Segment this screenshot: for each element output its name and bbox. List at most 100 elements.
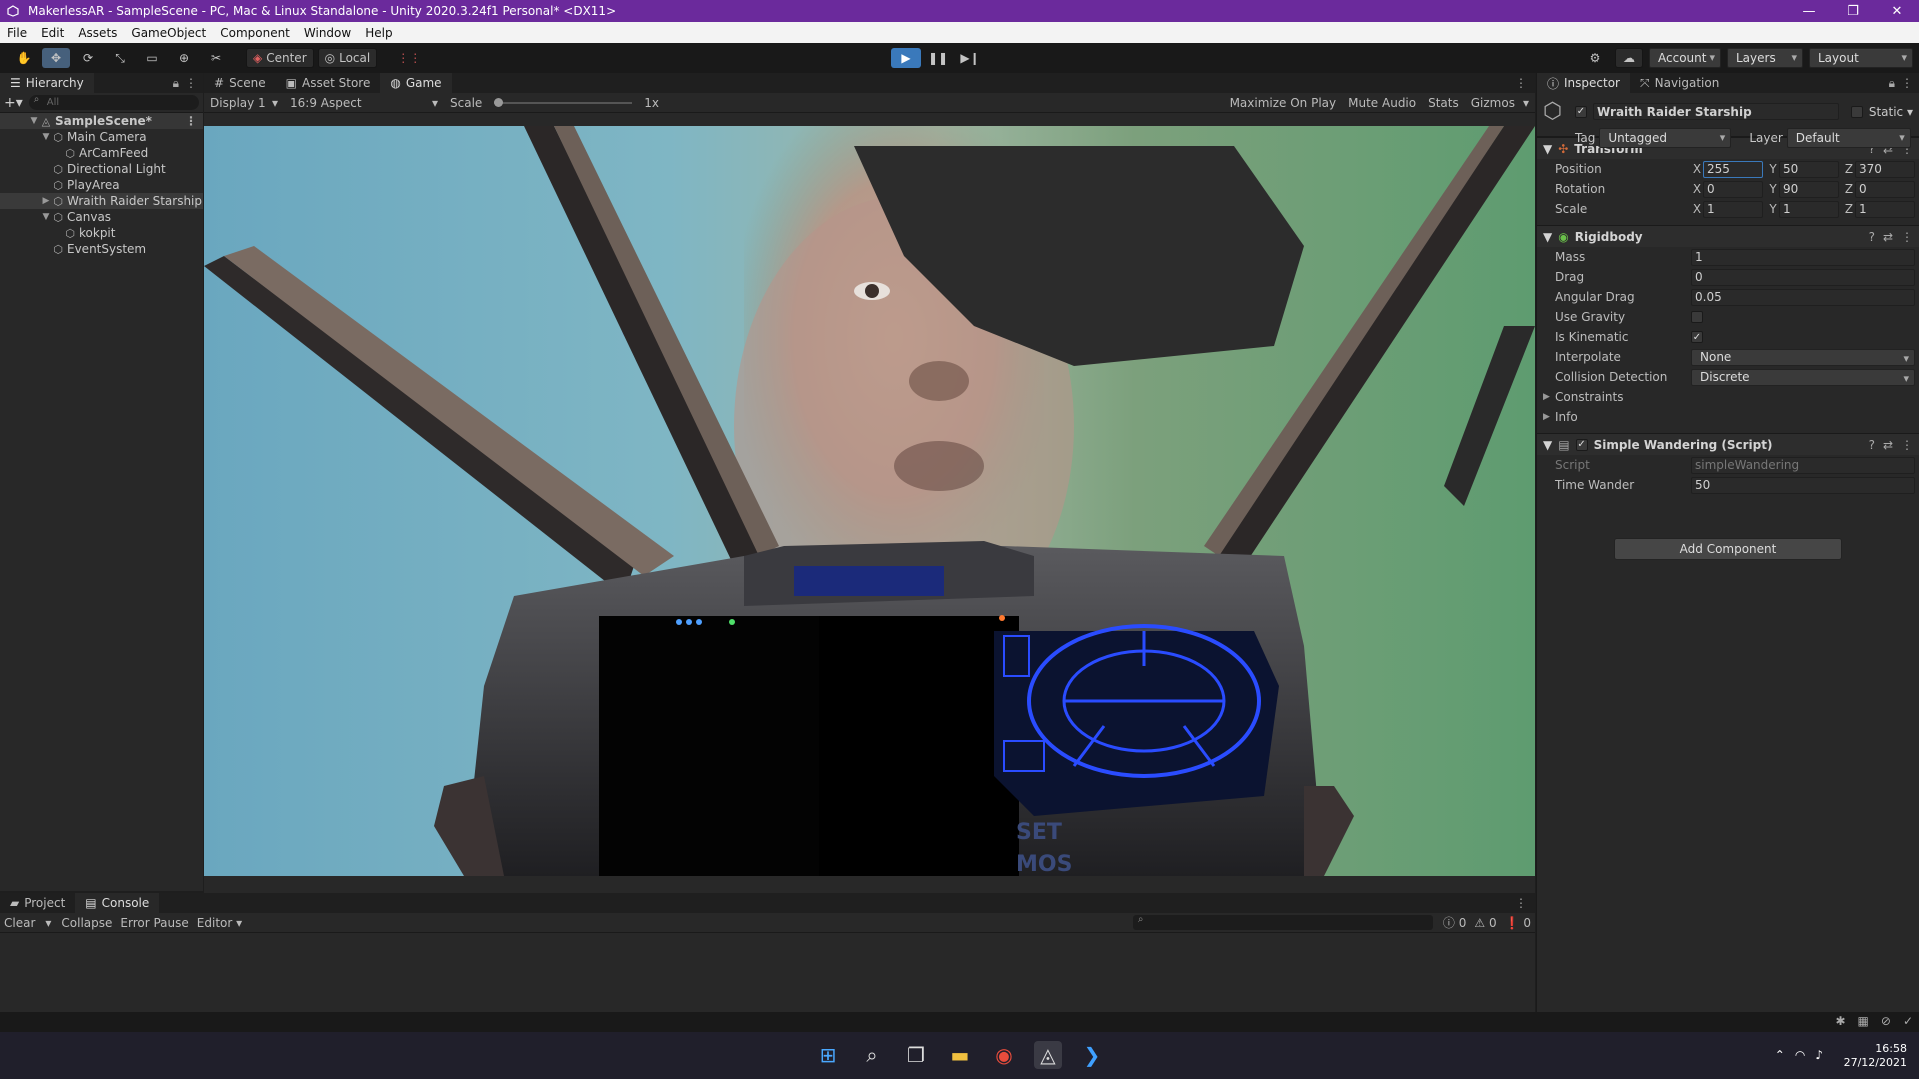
play-icon[interactable]: ▶ [891,48,921,68]
tab-console[interactable]: ▤ Console [75,893,160,913]
bug-icon[interactable]: ✱ [1835,1014,1845,1028]
aspect-dropdown[interactable]: 16:9 Aspect ▾ [284,93,444,113]
help-icon[interactable]: ? [1869,438,1875,452]
menu-window[interactable]: Window [297,26,358,40]
hierarchy-item[interactable]: ⬡ kokpit [0,225,203,241]
hand-tool-icon[interactable]: ✋ [10,48,38,68]
layer-dropdown[interactable]: Default [1786,128,1911,148]
network-off-icon[interactable]: ⊘ [1881,1014,1891,1028]
foldout-caret-icon[interactable]: ▼ [1543,142,1552,156]
status-check-icon[interactable]: ✓ [1903,1014,1913,1028]
step-icon[interactable]: ▶❙ [955,48,985,68]
scale-z-field[interactable]: 1 [1855,200,1915,218]
file-explorer-icon[interactable]: ▬ [946,1041,974,1069]
preset-icon[interactable]: ⇄ [1883,438,1893,452]
interpolate-dropdown[interactable]: None [1691,348,1915,366]
close-icon[interactable]: ✕ [1875,0,1919,22]
console-kebab-icon[interactable]: ⋮ [1515,896,1527,910]
scene-kebab-icon[interactable]: ⋮ [185,114,197,128]
script-header[interactable]: ▼ ▤ ✓ Simple Wandering (Script) ? ⇄ ⋮ [1537,433,1919,455]
component-kebab-icon[interactable]: ⋮ [1901,230,1913,244]
minimize-icon[interactable]: — [1787,0,1831,22]
static-checkbox[interactable] [1850,105,1863,118]
cloud-icon[interactable]: ☁ [1615,48,1643,68]
stats-toggle[interactable]: Stats [1422,93,1465,113]
active-checkbox[interactable]: ✓ [1575,105,1587,118]
position-z-field[interactable]: 370 [1855,160,1915,178]
kebab-menu-icon[interactable]: ⋮ [1901,76,1913,90]
cache-icon[interactable]: ▦ [1858,1014,1869,1028]
is-kinematic-checkbox[interactable]: ✓ [1691,331,1703,343]
console-search-input[interactable] [1132,914,1433,930]
pivot-local-button[interactable]: ◎ Local [317,48,378,68]
chevron-up-icon[interactable]: ⌃ [1775,1048,1785,1062]
time-wander-field[interactable]: 50 [1691,476,1915,494]
rotation-x-field[interactable]: 0 [1703,180,1763,198]
tab-navigation[interactable]: ⤧ Navigation [1630,73,1729,93]
component-kebab-icon[interactable]: ⋮ [1901,438,1913,452]
tab-game[interactable]: ◍ Game [380,73,452,93]
rotation-y-field[interactable]: 90 [1779,180,1839,198]
search-icon[interactable]: ⌕ [858,1041,886,1069]
tab-hierarchy[interactable]: ☰ Hierarchy [0,73,94,93]
gizmos-toggle[interactable]: Gizmos ▾ [1465,93,1535,113]
menu-help[interactable]: Help [358,26,399,40]
restore-icon[interactable]: ❐ [1831,0,1875,22]
collapse-button[interactable]: Collapse [57,916,116,930]
expand-caret-icon[interactable]: ▼ [28,116,40,126]
account-dropdown[interactable]: Account [1649,48,1721,68]
hierarchy-item[interactable]: ⬡ ArCamFeed [0,145,203,161]
use-gravity-checkbox[interactable] [1691,311,1703,323]
display-dropdown[interactable]: Display 1 ▾ [204,93,284,113]
hierarchy-search-input[interactable]: All [28,94,199,110]
hierarchy-item[interactable]: ▶ ⬡ Wraith Raider Starship [0,193,203,209]
scale-y-field[interactable]: 1 [1779,200,1839,218]
windows-start-icon[interactable]: ⊞ [814,1041,842,1069]
tab-asset-store[interactable]: ▣ Asset Store [276,73,381,93]
game-kebab-icon[interactable]: ⋮ [1515,76,1527,90]
rigidbody-header[interactable]: ▼ ◉ Rigidbody ? ⇄ ⋮ [1537,225,1919,247]
maximize-on-play-toggle[interactable]: Maximize On Play [1224,93,1343,113]
hierarchy-item[interactable]: ⬡ EventSystem [0,241,203,257]
unity-taskbar-icon[interactable]: ◬ [1034,1041,1062,1069]
grid-snap-icon[interactable]: ⋮⋮ [391,48,427,68]
tab-inspector[interactable]: ⓘ Inspector [1537,73,1630,93]
foldout-caret-icon[interactable]: ▼ [1543,438,1552,452]
script-enabled-checkbox[interactable]: ✓ [1575,438,1588,451]
clear-button[interactable]: Clear [0,916,39,930]
scene-row[interactable]: ▼ ◬ SampleScene* ⋮ [0,113,203,129]
kebab-menu-icon[interactable]: ⋮ [185,76,197,90]
menu-edit[interactable]: Edit [34,26,71,40]
pivot-center-button[interactable]: ◈ Center [246,48,314,68]
hierarchy-item[interactable]: ⬡ Directional Light [0,161,203,177]
expand-caret-icon[interactable]: ▼ [40,212,52,222]
editor-dropdown[interactable]: Editor ▾ [193,916,246,930]
scale-x-field[interactable]: 1 [1703,200,1763,218]
angular-drag-field[interactable]: 0.05 [1691,288,1915,306]
foldout-caret-icon[interactable]: ▼ [1543,230,1552,244]
info-count-toggle[interactable]: ⓘ 0 [1439,914,1470,931]
error-pause-button[interactable]: Error Pause [116,916,192,930]
preset-icon[interactable]: ⇄ [1883,230,1893,244]
hierarchy-item[interactable]: ▼ ⬡ Canvas [0,209,203,225]
transform-tool-icon[interactable]: ⊕ [170,48,198,68]
scale-slider[interactable] [488,93,638,113]
tab-project[interactable]: ▰ Project [0,893,75,913]
position-x-field[interactable]: 255 [1703,160,1763,178]
menu-assets[interactable]: Assets [71,26,124,40]
clear-options-chevron-icon[interactable]: ▾ [39,916,57,930]
warning-count-toggle[interactable]: ⚠ 0 [1470,916,1500,930]
custom-tool-icon[interactable]: ✂ [202,48,230,68]
constraints-foldout[interactable]: ▶ Constraints [1537,387,1919,407]
lock-icon[interactable]: 🔒︎ [1889,76,1895,91]
rotate-tool-icon[interactable]: ⟳ [74,48,102,68]
position-y-field[interactable]: 50 [1779,160,1839,178]
layers-dropdown[interactable]: Layers [1727,48,1803,68]
pause-icon[interactable]: ❚❚ [923,48,953,68]
move-tool-icon[interactable]: ✥ [42,48,70,68]
expand-caret-icon[interactable]: ▶ [40,196,52,206]
slider-thumb[interactable] [494,97,504,107]
expand-caret-icon[interactable]: ▼ [40,132,52,142]
collab-icon[interactable]: ⚙ [1581,48,1609,68]
menu-component[interactable]: Component [213,26,297,40]
